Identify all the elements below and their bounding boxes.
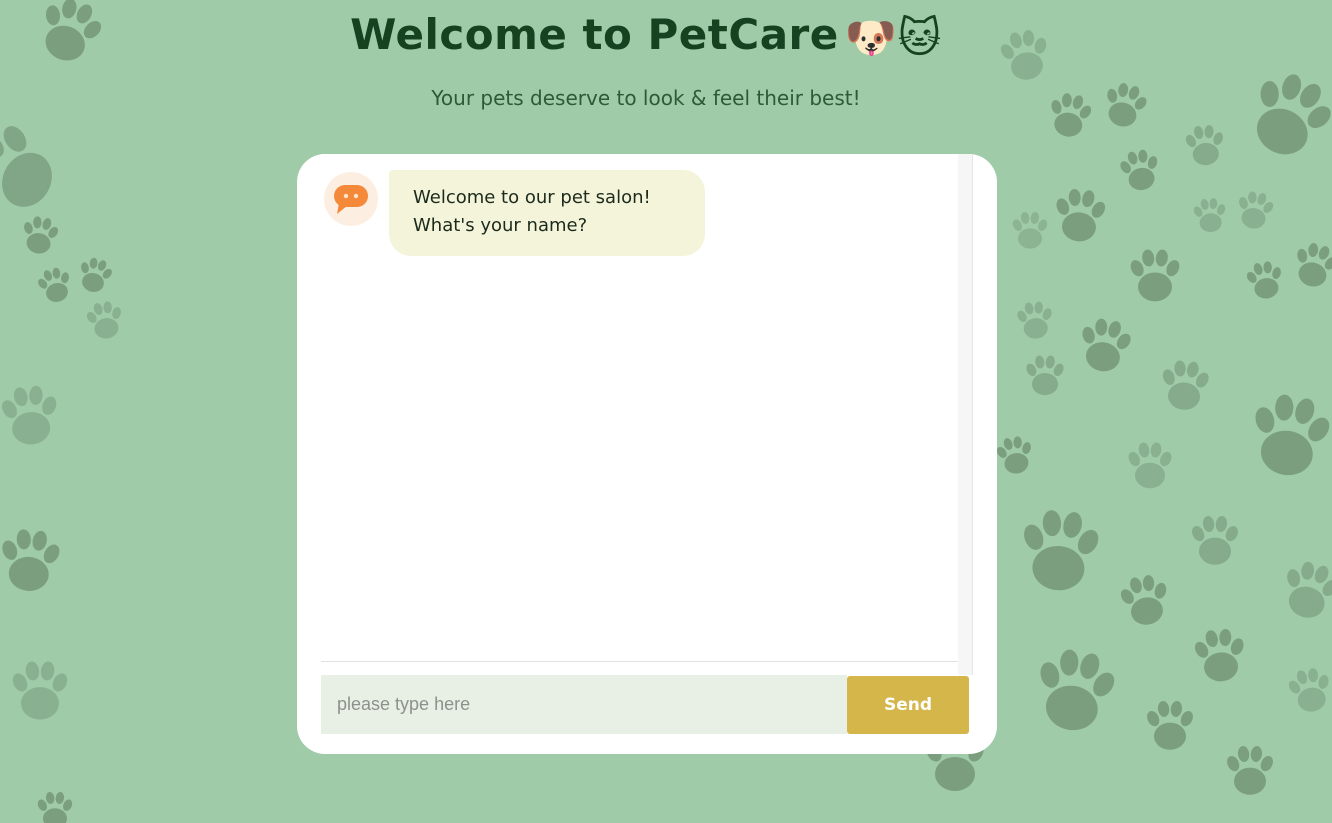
bot-avatar <box>324 172 378 226</box>
pets-emoji-icon: 🐶🐱 <box>844 12 942 62</box>
page-subtitle: Your pets deserve to look & feel their b… <box>431 86 861 110</box>
message-input[interactable] <box>321 675 847 734</box>
page-title: Welcome to PetCare 🐶🐱 <box>0 10 1292 63</box>
message-list[interactable]: Welcome to our pet salon! What's your na… <box>321 154 960 662</box>
chat-window: Welcome to our pet salon! What's your na… <box>297 154 997 754</box>
message-line: Welcome to our pet salon! <box>413 187 651 208</box>
chat-bubble-icon <box>334 185 368 214</box>
bot-message-bubble: Welcome to our pet salon! What's your na… <box>389 170 705 256</box>
send-button[interactable]: Send <box>847 676 969 734</box>
message-line: What's your name? <box>413 215 588 236</box>
message-scrollbar[interactable] <box>958 154 973 675</box>
composer: Send <box>321 675 969 734</box>
page-title-text: Welcome to PetCare <box>350 10 839 59</box>
